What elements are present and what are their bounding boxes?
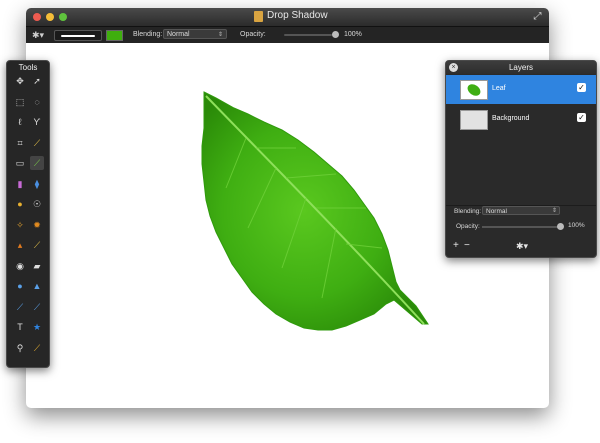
eyedropper-icon[interactable]: ⟋ [30,136,44,150]
layer-name: Leaf [492,85,506,92]
add-layer-button[interactable]: + [453,241,459,251]
brush-icon[interactable]: ⟋ [30,156,44,170]
layer-row-leaf[interactable]: Leaf ✓ [446,75,596,104]
layer-thumbnail [460,110,488,130]
dodge-icon[interactable]: ☉ [30,197,44,211]
stamp-icon[interactable]: ▴ [13,238,27,252]
pointer-icon[interactable]: ➚ [30,74,44,88]
smudge-icon[interactable]: ● [13,197,27,211]
bandage-icon[interactable]: ▰ [30,259,44,273]
layers-panel-header: × Layers [446,61,596,74]
blending-label: Blending: [133,31,163,38]
burn-icon[interactable]: ✹ [30,218,44,232]
blending-select[interactable]: Normal ⇕ [163,29,227,39]
window-title: Drop Shadow [267,10,328,21]
move-icon[interactable]: ✥ [13,74,27,88]
layer-visibility-checkbox[interactable]: ✓ [577,83,586,92]
sharpen-icon[interactable]: ▲ [30,279,44,293]
layer-opacity-value: 100% [568,222,585,229]
layer-opacity-label: Opacity: [456,223,480,230]
title-bar: Drop Shadow ⤢ [26,8,549,26]
tools-panel: Tools ✥ ➚ ⬚ ◌ ℓ ϒ ⌗ ⟋ ▭ ⟋ ▮ ⧫ ● ☉ ✧ ✹ ▴ ⟋ ◉ ▰ ● ▲ ⟋ ⟋ T ★ ⚲ ⟋ [6,60,50,368]
tools-panel-title: Tools [18,63,38,72]
crop-icon[interactable]: ⌗ [13,136,27,150]
tool-options-bar: ✱▾ Blending: Normal ⇕ Opacity: 100% [26,26,549,43]
opacity-label: Opacity: [240,31,266,38]
chevron-updown-icon: ⇕ [217,32,223,38]
text-icon[interactable]: T [13,320,27,334]
zoom-icon[interactable]: ⚲ [13,341,27,355]
shape-icon[interactable]: ★ [30,320,44,334]
pen-node-icon[interactable]: ⟋ [30,300,44,314]
rect-select-icon[interactable]: ⬚ [13,95,27,109]
color-picker-icon[interactable]: ⟋ [30,341,44,355]
leaf-image [201,91,429,331]
opacity-slider[interactable] [284,34,332,36]
layers-panel-title: Layers [508,63,533,72]
gear-icon[interactable]: ✱▾ [32,30,44,41]
lasso-icon[interactable]: ℓ [13,115,27,129]
chevron-updown-icon: ⇕ [551,208,557,214]
brush-preset-picker[interactable] [54,30,102,41]
minimize-window-button[interactable] [46,13,54,21]
blur-icon[interactable]: ● [13,279,27,293]
layer-thumbnail [460,80,488,100]
eraser-icon[interactable]: ▭ [13,156,27,170]
gradient-icon[interactable]: ▮ [13,177,27,191]
document-icon [254,11,263,22]
zoom-window-button[interactable] [59,13,67,21]
layer-blending-select[interactable]: Normal ⇕ [482,206,560,215]
layer-blending-label: Blending: [454,208,482,215]
remove-layer-button[interactable]: − [464,241,470,251]
magnetic-lasso-icon[interactable]: ϒ [30,115,44,129]
opacity-value: 100% [344,31,362,38]
red-eye-icon[interactable]: ◉ [13,259,27,273]
layer-options-gear-icon[interactable]: ✱▾ [516,241,528,251]
brush-color-swatch[interactable] [106,30,123,41]
opacity-slider-knob[interactable] [332,31,339,38]
pencil-icon[interactable]: ⟋ [30,238,44,252]
layer-name: Background [492,115,530,122]
layers-panel: × Layers Leaf ✓ Background ✓ Blending: N… [445,60,597,258]
blending-select-value: Normal [167,31,190,38]
close-window-button[interactable] [33,13,41,21]
layer-visibility-checkbox[interactable]: ✓ [577,113,586,122]
layer-blending-value: Normal [486,208,507,215]
pen-icon[interactable]: ⟋ [13,300,27,314]
ellipse-select-icon[interactable]: ◌ [30,95,44,109]
fullscreen-icon[interactable]: ⤢ [532,11,543,22]
clone-stamp-icon[interactable]: ✧ [13,218,27,232]
layer-opacity-slider-knob[interactable] [557,223,564,230]
layer-opacity-slider[interactable] [482,226,560,228]
paint-bucket-icon[interactable]: ⧫ [30,177,44,191]
layer-row-background[interactable]: Background ✓ [446,105,596,134]
